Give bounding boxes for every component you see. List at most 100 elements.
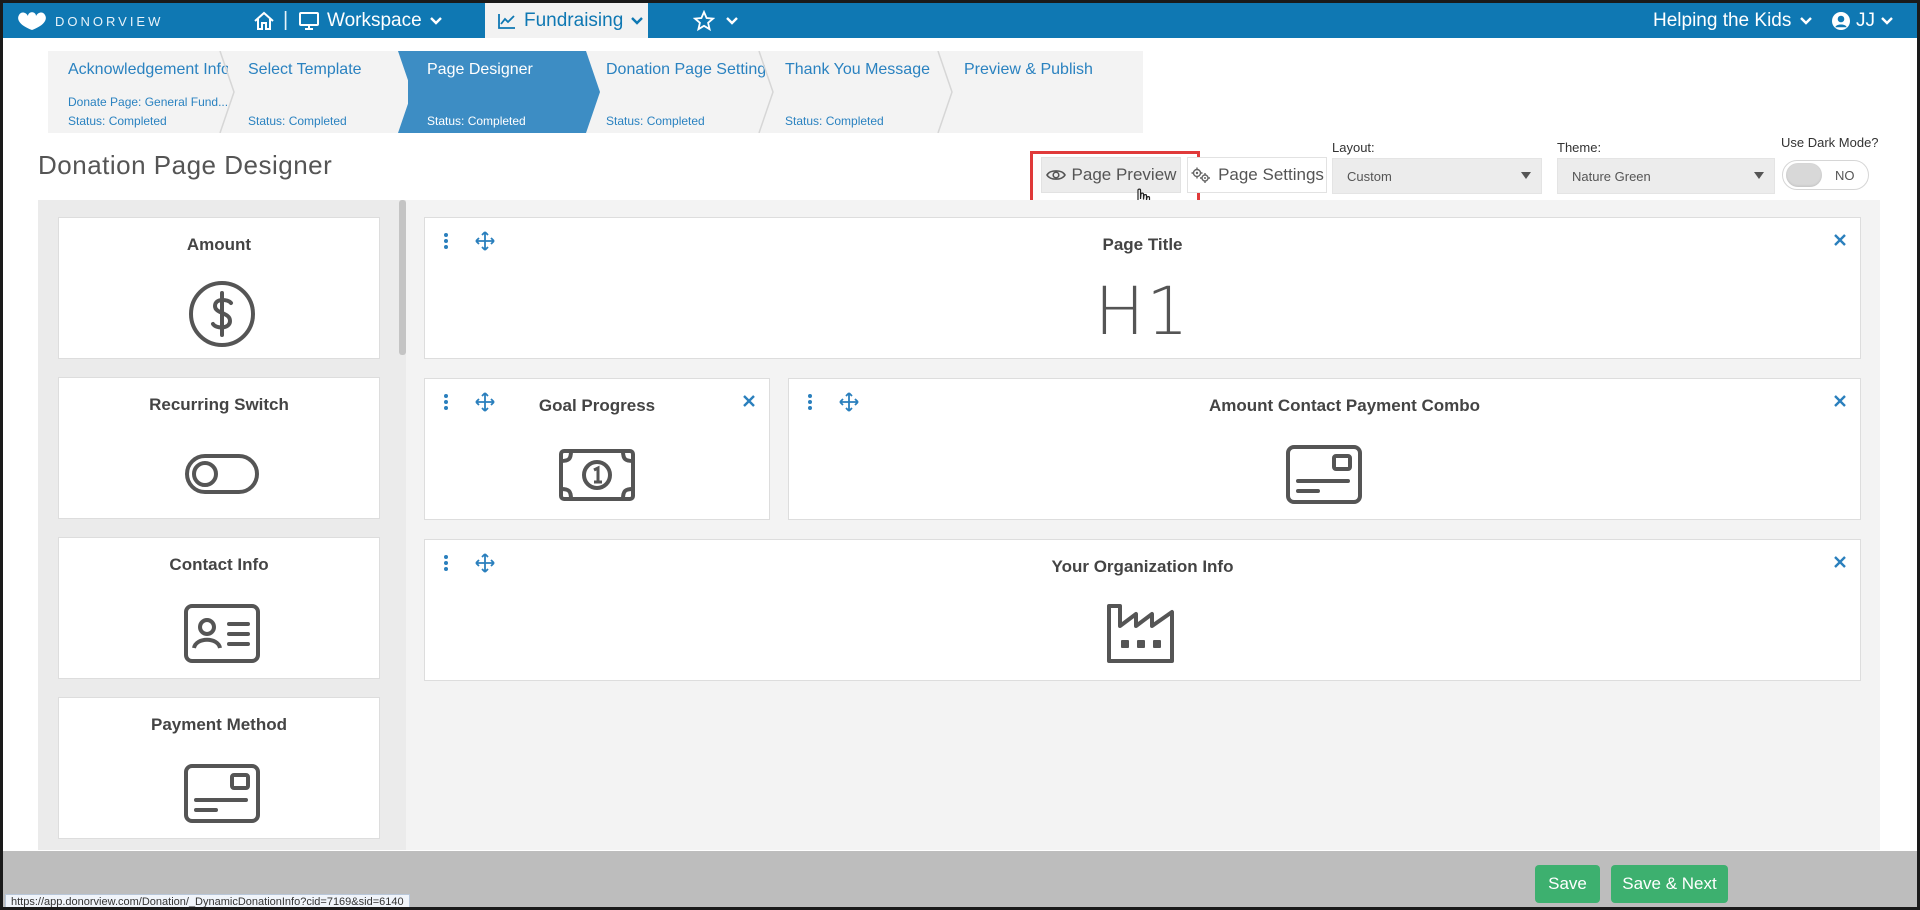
page-settings-label: Page Settings: [1218, 165, 1324, 184]
credit-card-icon: [184, 764, 260, 823]
nav-workspace-label: Workspace: [327, 9, 422, 31]
save-button[interactable]: Save: [1535, 865, 1600, 903]
block-goal-progress[interactable]: Goal Progress: [424, 378, 770, 520]
chevron-down-icon: [1800, 16, 1813, 25]
dark-mode-label: Use Dark Mode?: [1781, 135, 1879, 150]
step-acknowledgement-info[interactable]: Acknowledgement Info Donate Page: Genera…: [48, 51, 233, 133]
palette-item-contact-info[interactable]: Contact Info: [58, 537, 380, 679]
theme-label: Theme:: [1557, 140, 1602, 155]
palette-item-amount[interactable]: Amount: [58, 217, 380, 359]
toggle-icon: [185, 454, 259, 494]
step-title: Donation Page Settings: [606, 61, 775, 78]
theme-value: Nature Green: [1572, 168, 1651, 184]
step-status: Status: Completed: [248, 114, 347, 128]
page-preview-button[interactable]: Page Preview: [1041, 157, 1181, 193]
designer-area: Amount Recurring Switch Contact Info Pay…: [38, 200, 1880, 850]
step-separator: [937, 51, 953, 133]
step-title: Acknowledgement Info: [68, 61, 230, 78]
credit-card-icon: [1286, 445, 1362, 504]
step-status: Status: Completed: [606, 114, 705, 128]
block-amount-contact-payment-combo[interactable]: Amount Contact Payment Combo: [788, 378, 1861, 520]
layout-label: Layout:: [1332, 140, 1375, 155]
org-name: Helping the Kids: [1653, 9, 1792, 31]
dark-mode-value: NO: [1835, 168, 1855, 183]
component-palette: Amount Recurring Switch Contact Info Pay…: [38, 200, 406, 850]
dark-mode-toggle[interactable]: NO: [1782, 160, 1869, 190]
palette-item-payment-method[interactable]: Payment Method: [58, 697, 380, 839]
close-icon[interactable]: [1832, 393, 1848, 409]
nav-favorites[interactable]: [693, 7, 739, 34]
step-page-designer[interactable]: Page Designer Status: Completed: [407, 51, 597, 133]
block-title: Your Organization Info: [1051, 557, 1234, 576]
org-switcher[interactable]: Helping the Kids: [1653, 7, 1813, 34]
palette-item-label: Amount: [186, 235, 252, 254]
dropdown-caret-icon: [1754, 172, 1764, 179]
user-menu[interactable]: JJ: [1831, 7, 1894, 34]
palette-scroll-thumb[interactable]: [399, 200, 406, 355]
close-icon[interactable]: [1832, 232, 1848, 248]
chevron-down-icon: [429, 16, 442, 25]
block-page-title[interactable]: Page Title H1: [424, 217, 1861, 359]
factory-icon: [1107, 604, 1174, 663]
layout-select[interactable]: Custom: [1332, 158, 1542, 194]
page-preview-label: Page Preview: [1071, 165, 1177, 184]
app-window: DONORVIEW | Workspace Fundraising Helpin…: [0, 0, 1920, 910]
palette-item-label: Payment Method: [150, 715, 288, 734]
step-separator: [398, 51, 412, 133]
banknote-icon: [559, 449, 635, 501]
theme-select[interactable]: Nature Green: [1557, 158, 1775, 194]
step-subtitle: Donate Page: General Fund...: [68, 95, 229, 109]
user-circle-icon: [1832, 11, 1850, 30]
h1-heading-icon: H1: [1094, 273, 1191, 350]
chevron-down-icon: [1881, 16, 1893, 25]
logo-icon: [18, 12, 46, 30]
nav-workspace[interactable]: Workspace: [298, 7, 443, 34]
step-separator: [586, 51, 600, 133]
block-your-organization-info[interactable]: Your Organization Info: [424, 539, 1861, 681]
step-select-template[interactable]: Select Template Status: Completed: [228, 51, 413, 133]
contact-card-icon: [184, 604, 260, 663]
step-title: Select Template: [248, 61, 362, 78]
close-icon[interactable]: [741, 393, 757, 409]
layout-value: Custom: [1347, 168, 1392, 184]
user-initials: JJ: [1856, 9, 1875, 31]
chevron-down-icon: [631, 16, 644, 25]
donorview-logo[interactable]: DONORVIEW: [15, 7, 163, 35]
step-status: Status: Completed: [785, 114, 884, 128]
page-title: Donation Page Designer: [38, 150, 333, 180]
wizard-steps: Acknowledgement Info Donate Page: Genera…: [48, 51, 1143, 133]
logo-text: DONORVIEW: [55, 13, 164, 29]
step-status: Status: Completed: [427, 114, 526, 128]
top-nav: DONORVIEW | Workspace Fundraising Helpin…: [3, 3, 1917, 38]
page-settings-button[interactable]: Page Settings: [1187, 157, 1327, 193]
block-title: Amount Contact Payment Combo: [1208, 396, 1481, 415]
line-chart-icon: [498, 13, 515, 29]
step-title: Thank You Message: [785, 61, 930, 78]
nav-home[interactable]: |: [253, 7, 288, 34]
home-icon: [254, 11, 274, 30]
step-separator: [219, 51, 235, 133]
palette-item-recurring-switch[interactable]: Recurring Switch: [58, 377, 380, 519]
step-separator: [758, 51, 774, 133]
step-thank-you-message[interactable]: Thank You Message Status: Completed: [765, 51, 950, 133]
chevron-down-icon: [726, 16, 738, 25]
palette-item-label: Recurring Switch: [149, 395, 289, 414]
save-next-button[interactable]: Save & Next: [1611, 865, 1728, 903]
toggle-knob: [1786, 163, 1822, 187]
gears-icon: [1191, 167, 1211, 183]
step-title: Preview & Publish: [964, 61, 1093, 78]
block-title: Goal Progress: [538, 396, 656, 415]
dropdown-caret-icon: [1521, 172, 1531, 179]
step-title: Page Designer: [427, 61, 533, 78]
nav-fundraising-label: Fundraising: [524, 9, 624, 31]
link-status-bar: https://app.donorview.com/Donation/_Dyna…: [5, 894, 410, 907]
step-preview-publish[interactable]: Preview & Publish: [944, 51, 1143, 133]
star-icon: [693, 9, 715, 31]
block-title: Page Title: [1102, 235, 1183, 254]
palette-item-label: Contact Info: [169, 555, 269, 574]
step-donation-page-settings[interactable]: Donation Page Settings Status: Completed: [586, 51, 775, 133]
close-icon[interactable]: [1832, 554, 1848, 570]
step-status: Status: Completed: [68, 114, 167, 128]
nav-fundraising[interactable]: Fundraising: [485, 3, 648, 38]
dollar-circle-icon: [189, 281, 255, 347]
